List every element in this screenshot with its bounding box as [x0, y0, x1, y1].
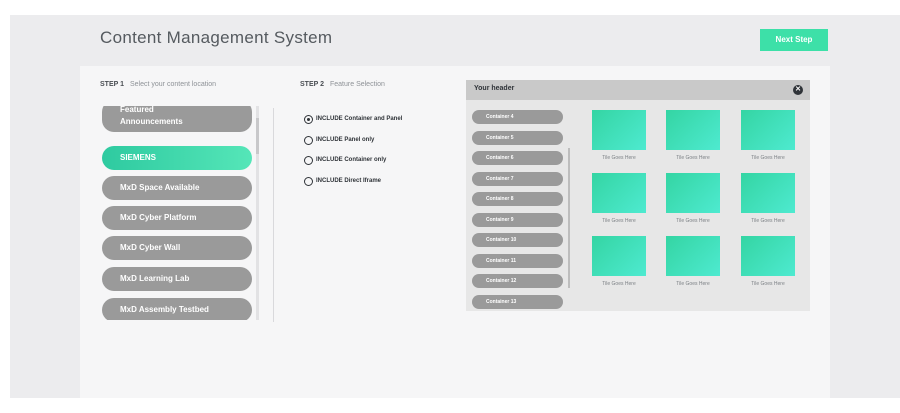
- tile[interactable]: Tile Goes Here: [741, 110, 795, 166]
- tile-label: Tile Goes Here: [751, 155, 785, 161]
- container-item[interactable]: Container 6: [472, 151, 563, 165]
- location-item-label: MxD Space Available: [120, 183, 200, 192]
- preview-panel: Your header ✕ Container 4 Container 5 Cont…: [466, 80, 810, 311]
- feature-option[interactable]: INCLUDE Container only: [304, 155, 386, 165]
- container-item[interactable]: Container 12: [472, 274, 563, 288]
- location-item-label: MxD Cyber Platform: [120, 213, 197, 222]
- container-list: Container 4 Container 5 Container 6 Contain…: [472, 110, 564, 311]
- container-item[interactable]: Container 7: [472, 171, 563, 186]
- location-item-label: SIEMENS: [120, 153, 157, 162]
- location-item[interactable]: MxD Space Available: [102, 176, 252, 200]
- tile[interactable]: Tile Goes Here: [741, 173, 795, 229]
- location-scrollbar-thumb[interactable]: [256, 118, 259, 154]
- location-item-label: Featured: [120, 106, 154, 114]
- feature-option-label: INCLUDE Container only: [316, 157, 387, 163]
- step1-text: Select your content location: [130, 81, 216, 88]
- tile-preview: [741, 236, 795, 276]
- feature-option-label: INCLUDE Panel only: [316, 137, 375, 143]
- location-item-label: MxD Cyber Wall: [120, 243, 181, 252]
- feature-option-label: INCLUDE Direct Iframe: [316, 178, 382, 184]
- feature-option[interactable]: INCLUDE Direct Iframe: [304, 176, 381, 186]
- location-item[interactable]: SIEMENS: [102, 146, 252, 170]
- container-item[interactable]: Container 10: [472, 233, 563, 247]
- radio-button[interactable]: [304, 176, 313, 186]
- location-item[interactable]: MxD Assembly Testbed: [102, 298, 252, 320]
- tile-preview: [741, 110, 795, 150]
- tile-label: Tile Goes Here: [602, 281, 636, 287]
- radio-button[interactable]: [304, 135, 313, 145]
- feature-option-label: INCLUDE Container and Panel: [316, 116, 403, 122]
- container-item[interactable]: Container 4: [472, 110, 563, 124]
- tile-preview: [741, 173, 795, 213]
- tile[interactable]: Tile Goes Here: [666, 236, 720, 292]
- location-list: Featured Announcements SIEMENS MxD Space Av…: [100, 106, 255, 320]
- preview-header: Your header ✕: [466, 80, 810, 100]
- tile[interactable]: Tile Goes Here: [741, 236, 795, 292]
- location-item-label: MxD Assembly Testbed: [120, 305, 209, 314]
- location-item-label: MxD Learning Lab: [120, 274, 190, 283]
- step2-text: Feature Selection: [330, 81, 385, 88]
- preview-title: Your header: [474, 85, 515, 92]
- container-item[interactable]: Container 13: [472, 294, 563, 309]
- page-title: Content Management System: [100, 28, 333, 47]
- location-item[interactable]: MxD Cyber Wall: [102, 236, 252, 260]
- tile-preview: [666, 110, 720, 150]
- tile-label: Tile Goes Here: [751, 218, 785, 224]
- radio-button[interactable]: [304, 114, 313, 124]
- tile[interactable]: Tile Goes Here: [666, 173, 720, 229]
- next-step-button[interactable]: Next Step: [760, 29, 828, 51]
- tile[interactable]: Tile Goes Here: [666, 110, 720, 166]
- tile-label: Tile Goes Here: [676, 218, 710, 224]
- tile-label: Tile Goes Here: [602, 218, 636, 224]
- close-icon[interactable]: ✕: [793, 85, 803, 95]
- tile-label: Tile Goes Here: [751, 281, 785, 287]
- container-item[interactable]: Container 9: [472, 212, 563, 227]
- location-item[interactable]: Featured Announcements: [102, 106, 252, 132]
- container-item[interactable]: Container 11: [472, 253, 563, 268]
- tile-preview: [592, 110, 646, 150]
- step2-number: STEP 2: [300, 81, 324, 88]
- tile-preview: [592, 173, 646, 213]
- step-divider: [273, 108, 274, 322]
- tile[interactable]: Tile Goes Here: [592, 173, 646, 229]
- tile[interactable]: Tile Goes Here: [592, 110, 646, 166]
- tile-label: Tile Goes Here: [676, 281, 710, 287]
- container-item[interactable]: Container 8: [472, 192, 563, 206]
- location-item-label-line2: Announcements: [120, 117, 183, 126]
- tile-label: Tile Goes Here: [676, 155, 710, 161]
- step2-header: STEP 2 Feature Selection: [300, 81, 385, 88]
- feature-option[interactable]: INCLUDE Panel only: [304, 135, 374, 145]
- step1-number: STEP 1: [100, 81, 124, 88]
- location-item[interactable]: MxD Cyber Platform: [102, 206, 252, 230]
- feature-option[interactable]: INCLUDE Container and Panel: [304, 114, 402, 124]
- tile-preview: [592, 236, 646, 276]
- tile-preview: [666, 173, 720, 213]
- container-scrollbar[interactable]: [568, 148, 570, 288]
- location-item[interactable]: MxD Learning Lab: [102, 267, 252, 291]
- container-item[interactable]: Container 5: [472, 130, 563, 145]
- radio-button[interactable]: [304, 155, 313, 165]
- tile[interactable]: Tile Goes Here: [592, 236, 646, 292]
- tile-preview: [666, 236, 720, 276]
- tile-label: Tile Goes Here: [602, 155, 636, 161]
- step1-header: STEP 1 Select your content location: [100, 81, 216, 88]
